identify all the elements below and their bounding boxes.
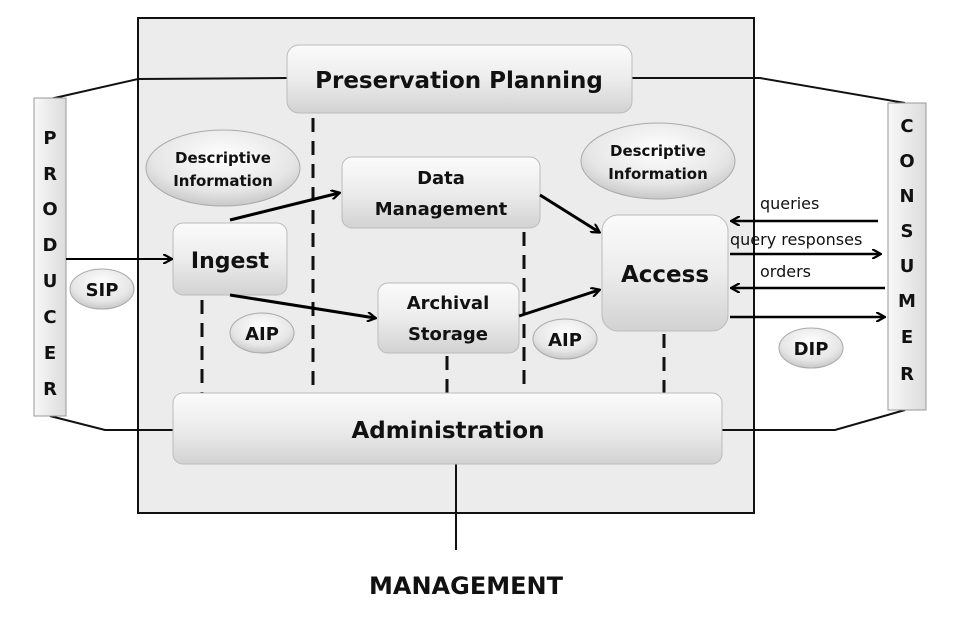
access-label: Access <box>621 262 709 288</box>
orders-label: orders <box>760 262 811 281</box>
producer-letter: P <box>43 128 56 149</box>
ingest-label: Ingest <box>191 249 270 274</box>
management-label: MANAGEMENT <box>369 572 564 600</box>
preservation-planning-label: Preservation Planning <box>315 68 603 94</box>
consumer-letter: C <box>900 116 913 137</box>
dip-label: DIP <box>794 339 829 360</box>
producer-letter: U <box>43 271 58 292</box>
descriptive-info-right-line1: Descriptive <box>610 142 706 160</box>
administration-label: Administration <box>352 418 545 444</box>
descriptive-info-left-line2: Information <box>173 172 273 190</box>
consumer-bar: C O N S U M E R <box>887 102 927 411</box>
consumer-letter: M <box>898 291 916 312</box>
archival-storage-box: Archival Storage <box>377 282 520 354</box>
aip-left-ellipse: AIP <box>229 312 295 354</box>
descriptive-info-right-line2: Information <box>608 165 708 183</box>
oais-diagram: P R O D U C E R C O N S U M E R Preserva… <box>33 17 927 600</box>
aip-right-ellipse: AIP <box>532 318 598 360</box>
administration-box: Administration <box>172 392 723 465</box>
producer-letter: D <box>43 235 58 256</box>
producer-letter: R <box>43 164 57 185</box>
ingest-box: Ingest <box>172 222 288 296</box>
descriptive-info-right: Descriptive Information <box>580 122 736 200</box>
sip-label: SIP <box>86 280 119 301</box>
producer-bar: P R O D U C E R <box>33 97 67 417</box>
consumer-letter: O <box>899 151 914 172</box>
dip-ellipse: DIP <box>778 327 844 369</box>
consumer-letter: R <box>900 364 914 385</box>
consumer-letter: E <box>901 327 913 348</box>
producer-letter: R <box>43 379 57 400</box>
aip-right-label: AIP <box>548 330 582 351</box>
descriptive-info-left: Descriptive Information <box>145 129 301 207</box>
producer-letter: C <box>43 307 56 328</box>
consumer-letter: N <box>899 186 914 207</box>
preservation-planning-box: Preservation Planning <box>286 44 633 114</box>
sip-ellipse: SIP <box>69 268 135 310</box>
data-management-label-2: Management <box>375 199 508 220</box>
queries-label: queries <box>760 194 819 213</box>
query-responses-label: query responses <box>730 230 862 249</box>
access-box: Access <box>601 214 729 332</box>
archival-storage-label-1: Archival <box>407 293 490 314</box>
consumer-letter: U <box>900 256 915 277</box>
aip-left-label: AIP <box>245 324 279 345</box>
archival-storage-label-2: Storage <box>408 324 488 345</box>
producer-letter: O <box>42 199 57 220</box>
producer-letter: E <box>44 343 56 364</box>
consumer-letter: S <box>901 221 914 242</box>
data-management-label-1: Data <box>417 168 465 189</box>
descriptive-info-left-line1: Descriptive <box>175 149 271 167</box>
data-management-box: Data Management <box>341 156 541 229</box>
